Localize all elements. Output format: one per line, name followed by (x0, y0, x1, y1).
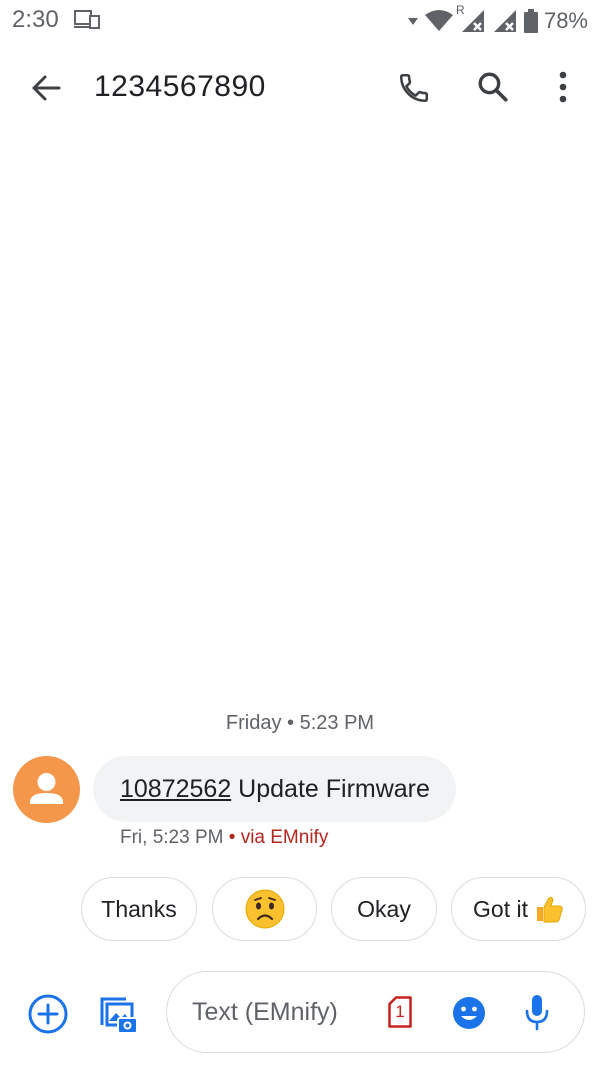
avatar[interactable] (13, 756, 80, 823)
message-via: • via EMnify (223, 827, 329, 848)
message-bubble[interactable]: 10872562 Update Firmware (93, 756, 456, 822)
smart-reply-got-it[interactable]: Got it (451, 877, 586, 941)
phone-icon[interactable] (397, 71, 431, 105)
gallery-camera-icon[interactable] (96, 991, 140, 1035)
mic-icon[interactable] (524, 994, 550, 1032)
data-activity-icon (407, 18, 418, 25)
sim-number: 1 (395, 1002, 405, 1021)
battery-percent: 78% (543, 8, 588, 33)
cast-icon (74, 10, 100, 29)
add-icon[interactable] (27, 993, 69, 1035)
status-time: 2:30 (12, 6, 59, 33)
smart-reply-label: Got it (473, 895, 528, 922)
back-arrow-icon[interactable] (31, 74, 61, 102)
person-icon (30, 773, 63, 804)
smart-reply-worried[interactable] (212, 877, 317, 941)
conversation-title: 1234567890 (94, 70, 266, 103)
message-link-number[interactable]: 10872562 (120, 775, 231, 804)
signal-icon (493, 10, 516, 32)
search-icon[interactable] (476, 70, 510, 104)
smart-reply-label: Thanks (101, 895, 177, 922)
compose-input[interactable]: Text (EMnify) (192, 998, 338, 1027)
smart-reply-label: Okay (357, 895, 411, 922)
emoji-icon[interactable] (451, 995, 487, 1031)
smart-reply-thanks[interactable]: Thanks (81, 877, 197, 941)
wifi-icon (424, 10, 453, 31)
sim-card-icon[interactable]: 1 (388, 996, 412, 1028)
battery-icon (523, 9, 538, 33)
date-divider: Friday • 5:23 PM (225, 712, 375, 734)
message-text: Update Firmware (231, 774, 430, 803)
roaming-indicator: R (455, 3, 465, 17)
smart-reply-okay[interactable]: Okay (331, 877, 437, 941)
more-vert-icon[interactable] (556, 70, 570, 104)
status-icons: R 78% (407, 3, 588, 36)
thumbs-up-emoji-icon (536, 896, 563, 923)
message-time: Fri, 5:23 PM (120, 827, 224, 848)
message-meta: Fri, 5:23 PM • via EMnify (120, 827, 328, 849)
signal-roaming: R (456, 3, 486, 34)
worried-emoji-icon (245, 889, 284, 929)
